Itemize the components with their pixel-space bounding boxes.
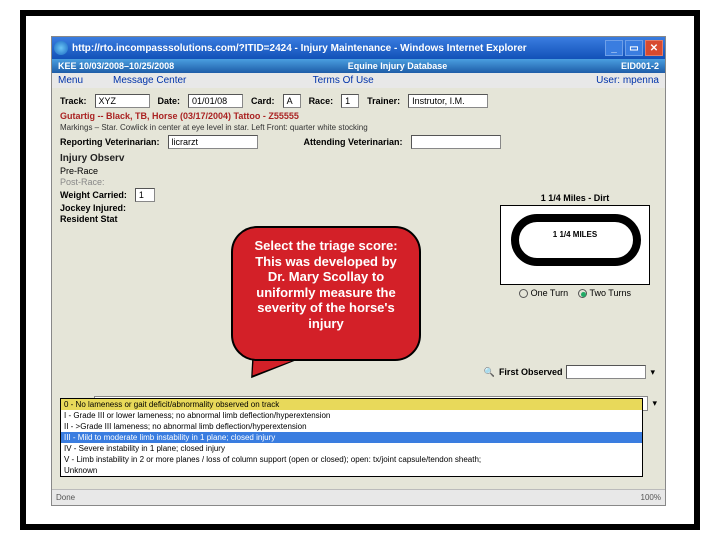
pre-race-label: Pre-Race bbox=[60, 166, 657, 176]
triage-option-1[interactable]: I - Grade III or lower lameness; no abno… bbox=[61, 410, 642, 421]
triage-option-unknown[interactable]: Unknown bbox=[61, 465, 642, 476]
triage-option-0[interactable]: 0 - No lameness or gait deficit/abnormal… bbox=[61, 399, 642, 410]
horse-description: Gutartig -- Black, TB, Horse (03/17/2004… bbox=[60, 111, 657, 121]
injury-observations-title: Injury Observ bbox=[60, 153, 657, 164]
magnifier-icon[interactable]: 🔍 bbox=[484, 367, 495, 378]
instruction-callout: Select the triage score: This was develo… bbox=[231, 226, 421, 361]
trainer-label: Trainer: bbox=[367, 96, 400, 106]
track-field[interactable]: XYZ bbox=[95, 94, 150, 108]
status-right: 100% bbox=[641, 493, 661, 502]
chevron-down-icon[interactable]: ▾ bbox=[652, 398, 657, 409]
triage-option-2[interactable]: II - >Grade III lameness; no abnormal li… bbox=[61, 421, 642, 432]
ie-icon bbox=[54, 41, 68, 55]
banner-left: KEE 10/03/2008–10/25/2008 bbox=[58, 61, 174, 71]
track-diagram-box: 1 1/4 Miles - Dirt 1 1/4 MILES One Turn … bbox=[495, 193, 655, 298]
triage-option-5[interactable]: V - Limb instability in 2 or more planes… bbox=[61, 454, 642, 465]
minimize-button[interactable]: _ bbox=[605, 40, 623, 56]
app-banner: KEE 10/03/2008–10/25/2008 Equine Injury … bbox=[52, 59, 665, 73]
first-observed-label: First Observed bbox=[499, 367, 563, 377]
nav-terms[interactable]: Terms Of Use bbox=[313, 75, 374, 86]
nav-message-center[interactable]: Message Center bbox=[113, 75, 186, 86]
card-field[interactable]: A bbox=[283, 94, 301, 108]
banner-right: EID001-2 bbox=[621, 61, 659, 71]
banner-center: Equine Injury Database bbox=[348, 61, 448, 71]
date-label: Date: bbox=[158, 96, 181, 106]
first-observed-row: 🔍 First Observed ▾ bbox=[484, 365, 655, 379]
close-button[interactable]: ✕ bbox=[645, 40, 663, 56]
attending-vet-field[interactable] bbox=[411, 135, 501, 149]
maximize-button[interactable]: ▭ bbox=[625, 40, 643, 56]
chevron-down-icon[interactable]: ▾ bbox=[650, 367, 655, 378]
vet-row: Reporting Veterinarian: licrarzt Attendi… bbox=[60, 135, 657, 149]
reporting-vet-field[interactable]: licrarzt bbox=[168, 135, 258, 149]
turn-radios: One Turn Two Turns bbox=[495, 288, 655, 298]
weight-field[interactable]: 1 bbox=[135, 188, 155, 202]
track-label: Track: bbox=[60, 96, 87, 106]
track-diagram: 1 1/4 MILES bbox=[500, 205, 650, 285]
nav-row: Menu Message Center Terms Of Use User: m… bbox=[52, 73, 665, 88]
card-label: Card: bbox=[251, 96, 275, 106]
nav-user: User: mpenna bbox=[596, 75, 659, 86]
date-field[interactable]: 01/01/08 bbox=[188, 94, 243, 108]
trainer-field[interactable]: Instrutor, I.M. bbox=[408, 94, 488, 108]
track-inner-oval-icon bbox=[517, 220, 635, 260]
status-bar: Done 100% bbox=[52, 489, 665, 505]
form-row-1: Track: XYZ Date: 01/01/08 Card: A Race: … bbox=[60, 94, 657, 108]
markings: Markings – Star. Cowlick in center at ey… bbox=[60, 123, 657, 132]
first-observed-field[interactable] bbox=[566, 365, 646, 379]
track-distance-label: 1 1/4 MILES bbox=[501, 230, 649, 239]
weight-label: Weight Carried: bbox=[60, 190, 127, 200]
slide-frame: http://rto.incompasssolutions.com/?ITID=… bbox=[20, 10, 700, 530]
reporting-vet-label: Reporting Veterinarian: bbox=[60, 137, 160, 147]
triage-option-3[interactable]: III - Mild to moderate limb instability … bbox=[61, 432, 642, 443]
window-titlebar: http://rto.incompasssolutions.com/?ITID=… bbox=[52, 37, 665, 59]
race-field[interactable]: 1 bbox=[341, 94, 359, 108]
radio-two-turns[interactable]: Two Turns bbox=[578, 288, 631, 298]
race-label: Race: bbox=[309, 96, 334, 106]
triage-dropdown-list: 0 - No lameness or gait deficit/abnormal… bbox=[60, 398, 643, 477]
nav-menu[interactable]: Menu bbox=[58, 75, 83, 86]
attending-vet-label: Attending Veterinarian: bbox=[304, 137, 403, 147]
triage-option-4[interactable]: IV - Severe instability in 1 plane; clos… bbox=[61, 443, 642, 454]
radio-one-turn[interactable]: One Turn bbox=[519, 288, 568, 298]
status-left: Done bbox=[56, 493, 75, 502]
window-title: http://rto.incompasssolutions.com/?ITID=… bbox=[72, 43, 605, 54]
post-race-label: Post-Race: bbox=[60, 177, 657, 187]
track-subtitle: 1 1/4 Miles - Dirt bbox=[495, 193, 655, 203]
